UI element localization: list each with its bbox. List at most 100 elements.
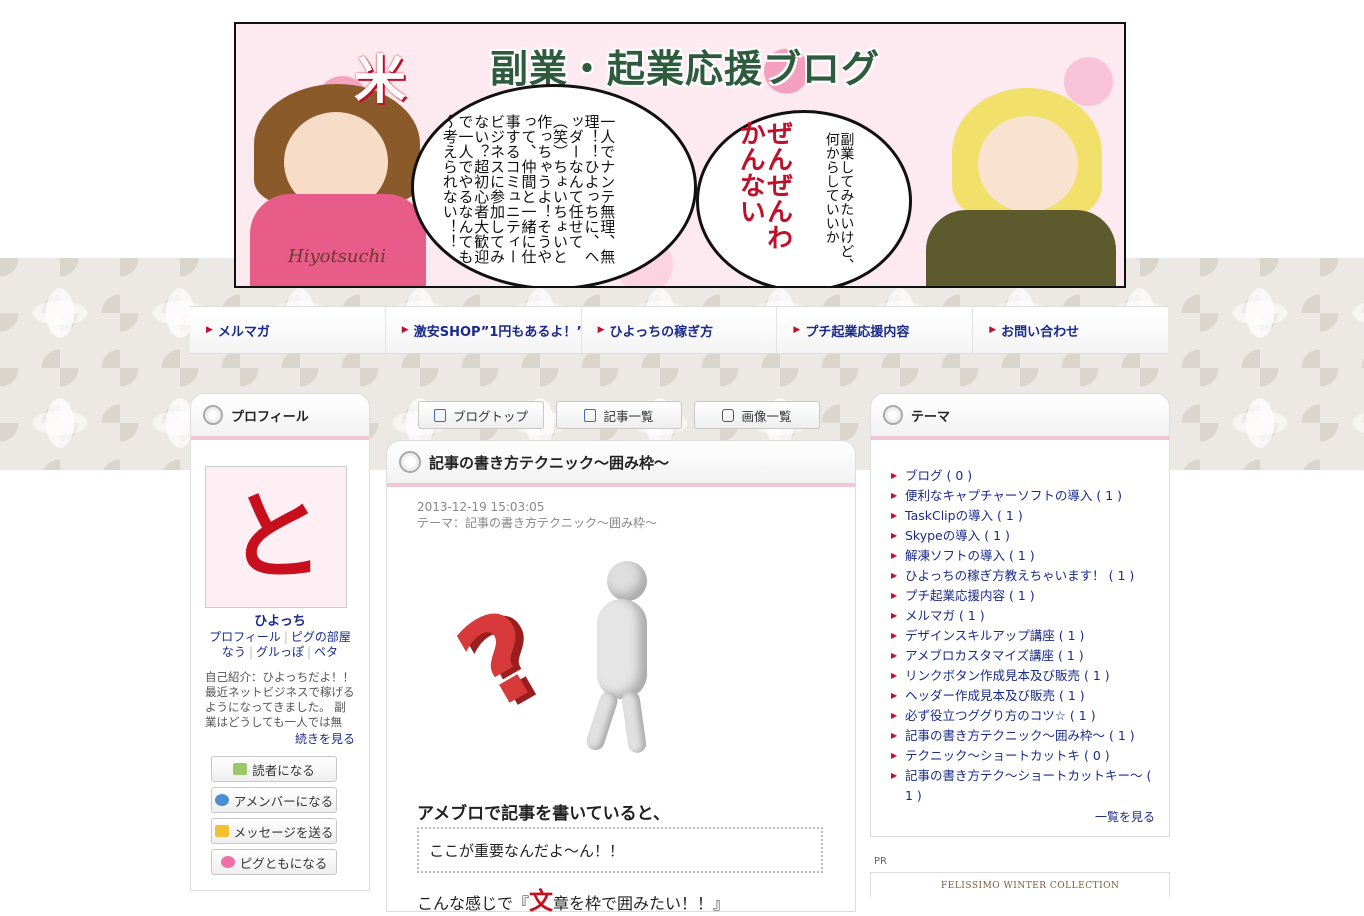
theme-item[interactable]: ひよっちの稼ぎ方教えちゃいます！ ( 1 ): [891, 566, 1155, 586]
nav-label: お問い合わせ: [1001, 324, 1080, 340]
blog-top-label: ブログトップ: [452, 408, 528, 424]
circle-bullet-icon: [399, 451, 421, 473]
nav-label: メルマガ: [217, 324, 270, 340]
send-message-button[interactable]: メッセージを送る: [211, 818, 337, 844]
nav-item-contact[interactable]: ▶ お問い合わせ: [973, 307, 1168, 353]
article-title[interactable]: 記事の書き方テクニック～囲み枠～: [429, 452, 669, 473]
quote-text: ここが重要なんだよ～ん！！: [429, 841, 625, 860]
avatar[interactable]: と: [205, 466, 347, 608]
send-message-label: メッセージを送る: [233, 824, 334, 840]
theme-item[interactable]: 便利なキャプチャーソフトの導入 ( 1 ): [891, 486, 1155, 506]
profile-box: プロフィール と ひよっち プロフィール | ピグの部屋 なう | グルっぽ | ペタ 自己…: [190, 393, 370, 891]
profile-heading: プロフィール: [231, 409, 309, 425]
figure-leg: [584, 689, 620, 753]
article-meta: 2013-12-19 15:03:05 テーマ：記事の書き方テクニック～囲み枠～: [417, 499, 657, 531]
avatar-glyph: と: [228, 481, 324, 593]
camera-icon: [722, 408, 735, 422]
speech-bubble-right-big-text: ぜんぜんわかんない: [735, 120, 793, 250]
banner-deco-mark: 米: [354, 51, 407, 111]
peta-link[interactable]: ペタ: [314, 645, 338, 659]
amember-button[interactable]: アメンバーになる: [211, 787, 337, 813]
nav-label: ひよっちの稼ぎ方: [609, 324, 714, 340]
envelope-icon: [214, 825, 229, 837]
speech-bubble-right-small-text: 副業してみたいけど、何からしていいか: [823, 132, 855, 272]
article-entry: 記事の書き方テクニック～囲み枠～ 2013-12-19 15:03:05 テーマ…: [386, 440, 856, 915]
nav-item-support[interactable]: ▶ プチ起業応援内容: [777, 307, 974, 353]
theme-item[interactable]: プチ起業応援内容 ( 1 ): [891, 586, 1155, 606]
theme-item[interactable]: Skypeの導入 ( 1 ): [891, 526, 1155, 546]
follow-button[interactable]: 読者になる: [211, 756, 337, 782]
theme-item[interactable]: ヘッダー作成見本及び販売 ( 1 ): [891, 686, 1155, 706]
article-date: 2013-12-19 15:03:05: [417, 500, 545, 514]
image-list-button[interactable]: 画像一覧: [694, 401, 820, 429]
theme-item[interactable]: テクニック～ショートカットキ ( 0 ): [891, 746, 1155, 766]
gurupo-link[interactable]: グルっぽ: [256, 645, 304, 659]
global-nav: ▶ メルマガ ▶ 激安SHOP”1円もあるよ！” ▶ ひよっちの稼ぎ方 ▶ プチ起業応援…: [190, 306, 1168, 354]
figure-leg: [620, 690, 648, 754]
question-mark-icon: ?: [436, 582, 567, 739]
girl-right-face: [978, 116, 1078, 212]
theme-item[interactable]: メルマガ ( 1 ): [891, 606, 1155, 626]
document-icon: [433, 408, 446, 422]
figure-head: [607, 561, 647, 601]
nav-item-shop[interactable]: ▶ 激安SHOP”1円もあるよ！”: [385, 307, 582, 353]
amember-icon: [214, 794, 229, 806]
nav-label: 激安SHOP”1円もあるよ！”: [413, 324, 582, 340]
arrow-icon: ▶: [597, 325, 605, 335]
article-theme-link[interactable]: テーマ：記事の書き方テクニック～囲み枠～: [417, 515, 657, 531]
theme-heading-bar: テーマ: [871, 394, 1169, 440]
article-subheading: アメブロで記事を書いていると、: [417, 804, 670, 824]
pr-banner-text: FELISSIMO WINTER COLLECTION: [941, 881, 1120, 891]
theme-item[interactable]: 必ず役立つググり方のコツ☆ ( 1 ): [891, 706, 1155, 726]
theme-list-all-link[interactable]: 一覧を見る: [1095, 808, 1155, 825]
banner-signature: Hiyotsuchi: [288, 246, 386, 267]
profile-link[interactable]: プロフィール: [209, 630, 281, 644]
figure-body: [597, 599, 647, 699]
theme-item[interactable]: 記事の書き方テク～ショートカットキー～ ( 1 ): [891, 766, 1155, 806]
girl-left-body: [250, 194, 426, 286]
pr-banner[interactable]: FELISSIMO WINTER COLLECTION: [870, 872, 1170, 897]
nav-item-mailmag[interactable]: ▶ メルマガ: [190, 307, 386, 353]
book-icon: [233, 763, 248, 775]
arrow-icon: ▶: [401, 325, 409, 335]
theme-item[interactable]: リンクボタン作成見本及び販売 ( 1 ): [891, 666, 1155, 686]
question-mark-illustration[interactable]: ?: [437, 551, 697, 761]
pigtomo-button[interactable]: ピグともになる: [211, 849, 337, 875]
nav-item-earning[interactable]: ▶ ひよっちの稼ぎ方: [581, 307, 778, 353]
read-more-link[interactable]: 続きを見る: [295, 730, 355, 747]
theme-item[interactable]: TaskClipの導入 ( 1 ): [891, 506, 1155, 526]
self-intro: 自己紹介：ひよっちだよ！！最近ネットビジネスで稼げるようになってきました。 副業…: [205, 670, 355, 729]
dotted-quote-box: ここが重要なんだよ～ん！！: [417, 827, 823, 873]
article-heading-bar: 記事の書き方テクニック～囲み枠～: [387, 441, 855, 487]
now-link[interactable]: なう: [222, 645, 246, 659]
theme-item[interactable]: 記事の書き方テクニック～囲み枠～ ( 1 ): [891, 726, 1155, 746]
user-name-link[interactable]: ひよっち: [191, 610, 369, 629]
speech-bubble-left-text: 一人でナンテ無理、無理！！ひよっちに、ヘッダーなんて任せて（笑）ちょいちょいと作…: [440, 114, 617, 264]
nav-label: プチ起業応援内容: [805, 324, 910, 340]
theme-item[interactable]: ブログ ( 0 ): [891, 466, 1155, 486]
copy-icon: [584, 408, 597, 422]
article-list-button[interactable]: 記事一覧: [556, 401, 682, 429]
separator: |: [248, 645, 253, 659]
separator: |: [283, 630, 288, 644]
circle-bullet-icon: [883, 405, 903, 425]
theme-item[interactable]: 解凍ソフトの導入 ( 1 ): [891, 546, 1155, 566]
body-prefix: こんな感じで『: [417, 894, 530, 913]
arrow-icon: ▶: [793, 325, 801, 335]
article-list-label: 記事一覧: [603, 408, 654, 424]
theme-item[interactable]: アメブロカスタマイズ講座 ( 1 ): [891, 646, 1155, 666]
follow-label: 読者になる: [252, 762, 315, 778]
amember-label: アメンバーになる: [233, 793, 334, 809]
girl-right-body: [926, 210, 1116, 286]
speech-bubble-right: [696, 110, 912, 286]
theme-box: テーマ ブログ ( 0 ) 便利なキャプチャーソフトの導入 ( 1 ) Task…: [870, 393, 1170, 837]
pig-room-link[interactable]: ピグの部屋: [291, 630, 351, 644]
blog-top-button[interactable]: ブログトップ: [418, 401, 544, 429]
theme-item[interactable]: デザインスキルアップ講座 ( 1 ): [891, 626, 1155, 646]
circle-bullet-icon: [203, 405, 223, 425]
pigtomo-label: ピグともになる: [239, 855, 328, 871]
pr-label: PR: [874, 856, 887, 867]
image-list-label: 画像一覧: [741, 408, 792, 424]
header-banner[interactable]: 米 副業・起業応援ブログ 一人でナンテ無理、無理！！ひよっちに、ヘッダーなんて任…: [234, 22, 1126, 288]
theme-heading: テーマ: [911, 409, 951, 425]
